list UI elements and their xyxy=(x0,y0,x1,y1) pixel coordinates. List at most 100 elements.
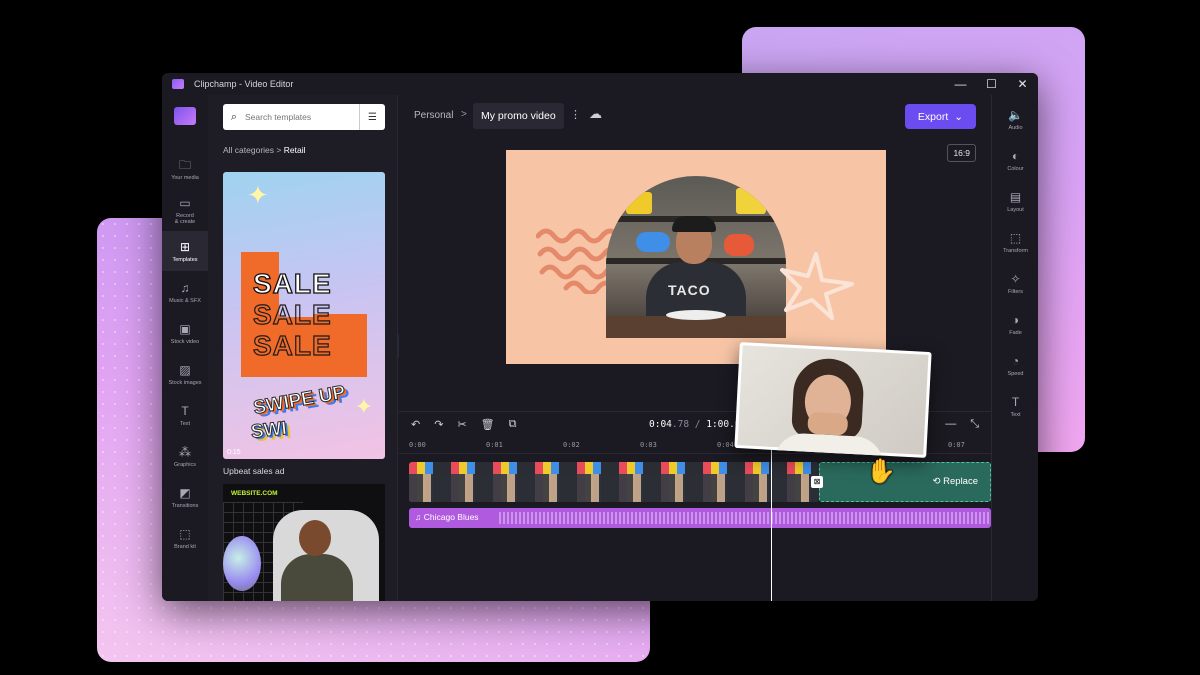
export-button[interactable]: Export ⌄ xyxy=(905,104,976,129)
editor-topbar: Personal > My promo video ⋮ ☁ Export ⌄ 1… xyxy=(399,95,991,162)
property-layout[interactable]: ▤ Layout xyxy=(992,182,1038,220)
sale-text: SALE xyxy=(252,329,332,361)
ruler-tick: 0:02 xyxy=(563,441,580,449)
minimize-button[interactable]: — xyxy=(945,73,976,95)
film-icon: ▣ xyxy=(179,321,191,336)
filter-icon[interactable]: ☰ xyxy=(359,104,385,130)
split-marker-icon[interactable]: ⊠ xyxy=(811,476,823,488)
sparkle-icon: ✦ xyxy=(247,180,269,210)
search-icon: ⌕ xyxy=(230,110,238,123)
folder-icon: 🗀 xyxy=(178,157,191,172)
time-current: 0:04 xyxy=(649,419,672,430)
rail-item-graphics[interactable]: ⁂ Graphics xyxy=(162,436,208,476)
zoom-out-icon[interactable]: — xyxy=(945,418,956,431)
property-speed[interactable]: ◔ Speed xyxy=(992,346,1038,384)
breadcrumb-personal[interactable]: Personal xyxy=(414,110,453,121)
rail-item-label: Brand kit xyxy=(174,543,196,550)
rail-item-text[interactable]: T Text xyxy=(162,395,208,435)
person-head xyxy=(299,520,331,556)
template-caption: Upbeat sales ad xyxy=(223,466,285,476)
cloud-sync-icon[interactable]: ☁ xyxy=(589,106,602,122)
sale-text: SALE xyxy=(252,298,332,330)
plate xyxy=(666,310,726,320)
layout-icon: ▤ xyxy=(1009,189,1022,204)
clipchamp-app-icon xyxy=(172,79,184,89)
ruler-tick: 0:01 xyxy=(486,441,503,449)
maximize-button[interactable]: ☐ xyxy=(976,73,1007,95)
rail-item-brand-kit[interactable]: ⬚ Brand kit xyxy=(162,518,208,558)
sale-text: SALE xyxy=(252,267,332,299)
replace-label[interactable]: ⟲ Replace xyxy=(933,476,978,487)
shelf-toy xyxy=(724,234,754,256)
template-person-photo xyxy=(273,510,379,601)
property-text[interactable]: T Text xyxy=(992,387,1038,425)
editor-main: Personal > My promo video ⋮ ☁ Export ⌄ 1… xyxy=(399,95,991,601)
redo-icon[interactable]: ↷ xyxy=(434,418,443,431)
rail-item-stock-images[interactable]: ▨ Stock images xyxy=(162,354,208,394)
replace-placeholder-track[interactable]: ⟲ Replace xyxy=(819,462,991,502)
more-options-icon[interactable]: ⋮ xyxy=(570,108,581,121)
ruler-tick: 0:04 xyxy=(717,441,734,449)
property-fade[interactable]: ◑ Fade xyxy=(992,305,1038,343)
property-transform[interactable]: ⬚ Transform xyxy=(992,223,1038,261)
rail-item-label: Music & SFX xyxy=(169,297,201,304)
template-card-website[interactable]: WEBSITE.COM xyxy=(223,484,385,601)
aspect-ratio-button[interactable]: 16:9 xyxy=(947,144,976,162)
breadcrumb-separator: > xyxy=(276,145,282,155)
swipe-text: SWI xyxy=(249,418,288,444)
search-box: ⌕ ☰ xyxy=(223,104,385,130)
split-scissors-icon[interactable]: ✂ xyxy=(457,418,466,431)
shelf-toy xyxy=(736,188,766,214)
undo-icon[interactable]: ↶ xyxy=(411,418,420,431)
property-label: Transform xyxy=(1003,247,1028,254)
audio-icon: 🔈 xyxy=(1008,107,1023,122)
music-icon: ♫ xyxy=(180,280,190,295)
arch-photo: TACO xyxy=(606,176,786,338)
filters-icon: ✧ xyxy=(1010,271,1021,286)
sparkle-icon: ✦ xyxy=(354,394,373,419)
property-filters[interactable]: ✧ Filters xyxy=(992,264,1038,302)
close-button[interactable]: ✕ xyxy=(1007,73,1038,95)
rail-item-transitions[interactable]: ◩ Transitions xyxy=(162,477,208,517)
template-duration: 0:15 xyxy=(227,449,241,456)
ruler-tick: 0:00 xyxy=(409,441,426,449)
fit-timeline-icon[interactable]: ⤡ xyxy=(970,418,979,431)
rail-item-record-create[interactable]: ▭ Record & create xyxy=(162,190,208,230)
brand-kit-icon: ⬚ xyxy=(179,526,191,541)
graphics-icon: ⁂ xyxy=(179,444,191,459)
video-track[interactable] xyxy=(409,462,819,502)
rail-item-label: Graphics xyxy=(173,461,196,468)
person-body xyxy=(281,554,353,601)
category-breadcrumb: All categories > Retail xyxy=(223,145,305,155)
duplicate-icon[interactable]: ⧉ xyxy=(509,418,517,431)
swipe-up-text: SWIPE UP xyxy=(251,382,347,420)
man-cap xyxy=(672,216,716,232)
camera-icon: ▭ xyxy=(179,195,191,210)
search-templates-input[interactable] xyxy=(245,112,355,122)
rail-item-label: Templates xyxy=(172,256,198,263)
star-decoration xyxy=(780,252,854,320)
shelf-toy xyxy=(636,232,670,252)
rail-item-music-sfx[interactable]: ♫ Music & SFX xyxy=(162,272,208,312)
breadcrumb-all-categories[interactable]: All categories xyxy=(223,145,274,155)
rail-item-templates[interactable]: ⊞ Templates xyxy=(162,231,208,271)
rail-item-label: Transitions xyxy=(171,502,199,509)
time-current-fraction: .78 xyxy=(671,419,690,430)
rail-item-your-media[interactable]: 🗀 Your media xyxy=(162,149,208,189)
project-name[interactable]: My promo video xyxy=(473,103,564,129)
rail-item-label: Text xyxy=(179,420,191,427)
property-audio[interactable]: 🔈 Audio xyxy=(992,100,1038,138)
ruler-tick: 0:07 xyxy=(948,441,965,449)
woman-hands xyxy=(807,411,849,436)
dragged-media-card[interactable] xyxy=(734,342,932,458)
app-window: Clipchamp - Video Editor — ☐ ✕ 🗀 Your med… xyxy=(162,73,1038,601)
property-label: Speed xyxy=(1007,370,1024,377)
delete-icon[interactable]: 🗑 xyxy=(481,418,495,431)
template-card-upbeat-sales[interactable]: ✦ SALE SALE SALE SWIPE UP SWI ✦ 0:15 xyxy=(223,172,385,459)
hoodie-text: TACO xyxy=(668,282,711,298)
audio-track[interactable]: ♫ Chicago Blues xyxy=(409,508,991,528)
rail-item-stock-video[interactable]: ▣ Stock video xyxy=(162,313,208,353)
property-colour[interactable]: ◐ Colour xyxy=(992,141,1038,179)
property-label: Fade xyxy=(1009,329,1022,336)
image-icon: ▨ xyxy=(179,362,191,377)
